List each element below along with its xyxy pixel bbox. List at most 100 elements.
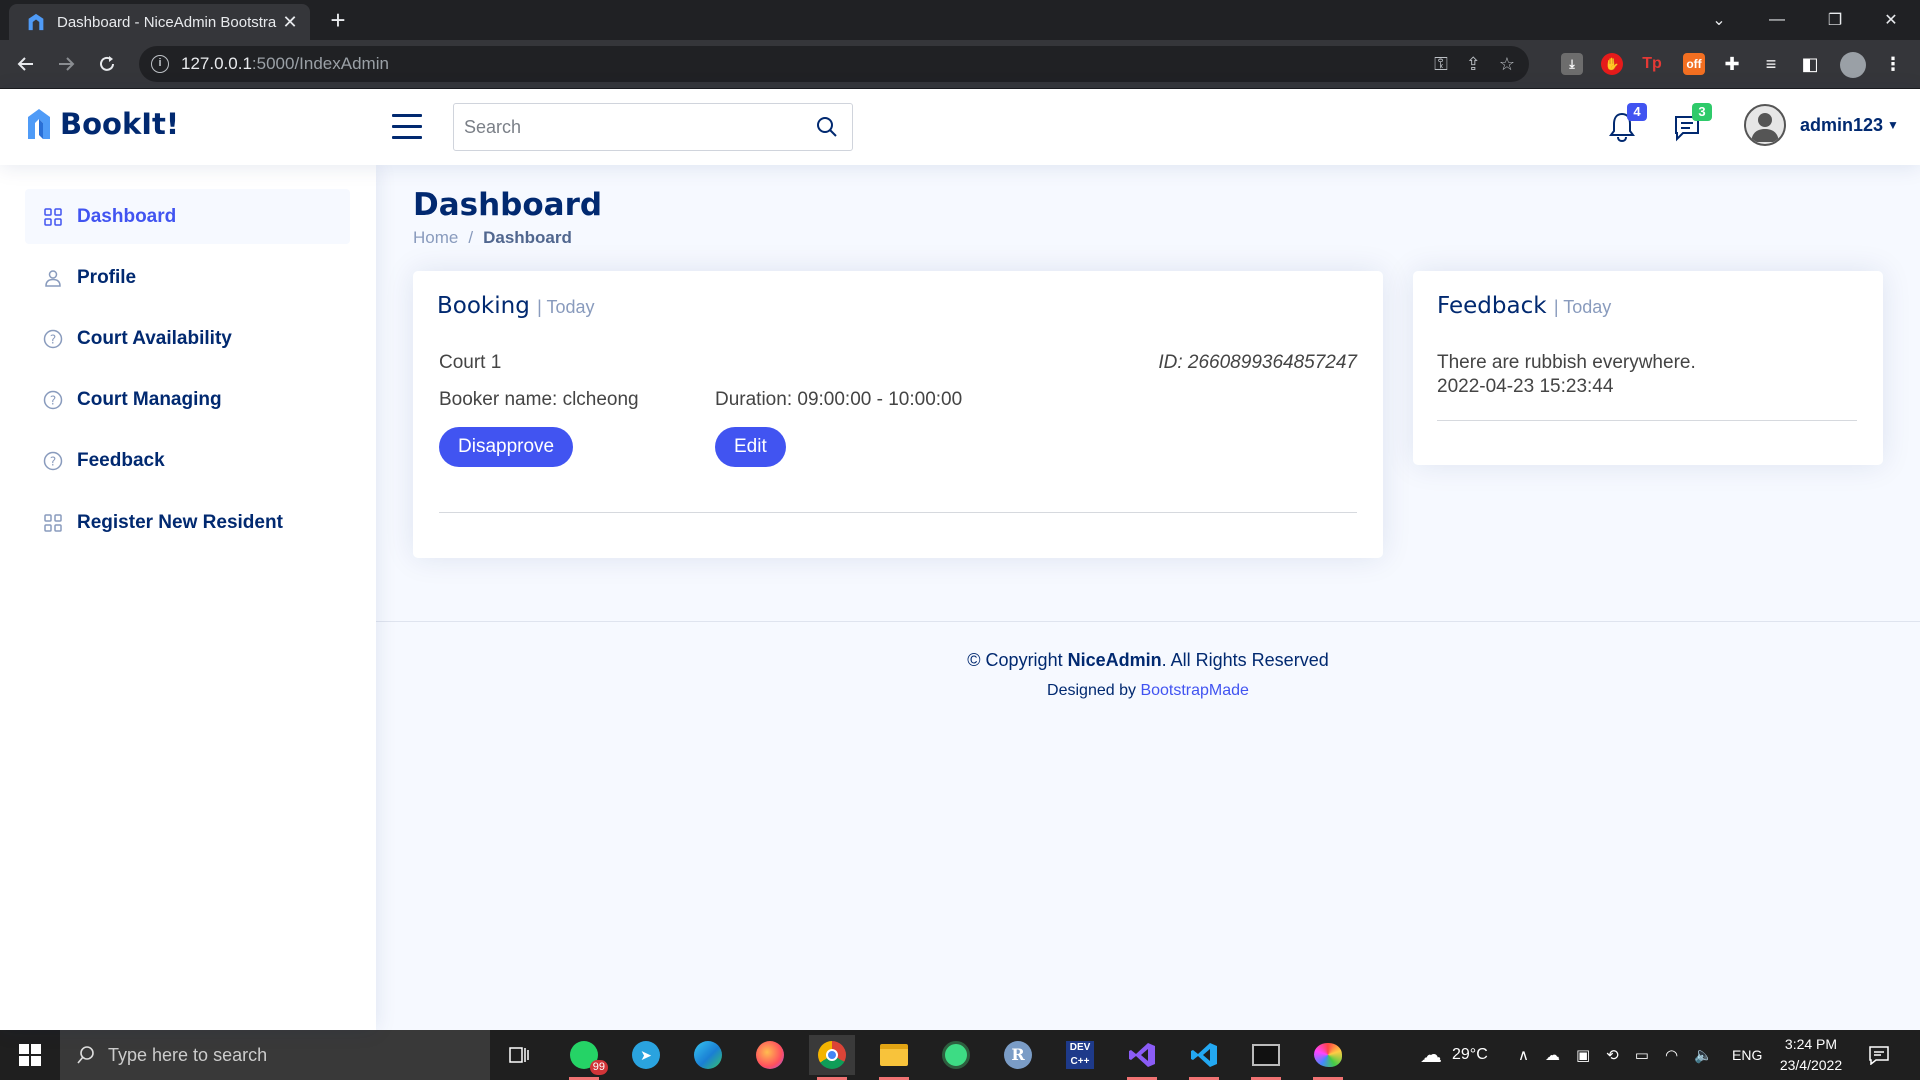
weather-widget[interactable]: ☁ 29°C xyxy=(1420,1030,1488,1080)
search-button[interactable] xyxy=(802,104,852,150)
notifications-badge: 4 xyxy=(1627,103,1647,121)
notifications-button[interactable]: 4 xyxy=(1607,103,1647,145)
windows-logo-icon xyxy=(19,1044,41,1066)
svg-text:?: ? xyxy=(50,332,56,346)
sidebar-item-dashboard[interactable]: Dashboard xyxy=(25,189,350,244)
profile-dropdown[interactable]: admin123 ▼ xyxy=(1744,104,1899,146)
grid-icon xyxy=(43,513,63,533)
start-button[interactable] xyxy=(0,1030,60,1080)
url-path: :5000/IndexAdmin xyxy=(251,54,389,73)
visual-studio-icon[interactable] xyxy=(1119,1035,1165,1080)
tp-extension-icon[interactable]: Tp xyxy=(1641,53,1663,75)
whatsapp-badge: 99 xyxy=(589,1060,608,1075)
messages-button[interactable]: 3 xyxy=(1672,103,1712,145)
search-input[interactable] xyxy=(464,116,802,138)
adblock-extension-icon[interactable]: ✋ xyxy=(1601,53,1623,75)
restore-button[interactable]: ❐ xyxy=(1806,0,1864,40)
browser-toolbar: i 127.0.0.1:5000/IndexAdmin ⚿ ⇪ ☆ ⤓ ✋ Tp… xyxy=(0,40,1920,89)
chrome-icon[interactable] xyxy=(809,1035,855,1080)
battery-icon[interactable]: ▭ xyxy=(1635,1046,1649,1064)
webcam-icon[interactable]: ▣ xyxy=(1576,1046,1590,1064)
sidebar-item-label: Court Availability xyxy=(77,327,232,349)
edit-button[interactable]: Edit xyxy=(715,427,786,467)
clock[interactable]: 3:24 PM 23/4/2022 xyxy=(1768,1034,1854,1076)
back-arrow-icon xyxy=(17,57,33,71)
breadcrumb-separator: / xyxy=(468,228,474,247)
task-view-icon[interactable] xyxy=(496,1035,542,1075)
sidebar-item-profile[interactable]: Profile xyxy=(25,250,350,305)
bookit-logo-icon xyxy=(28,109,50,139)
back-button[interactable] xyxy=(10,48,42,80)
dev-cpp-icon[interactable]: DEV C++ xyxy=(1057,1035,1103,1075)
logo[interactable]: BookIt! xyxy=(26,107,179,141)
language-indicator[interactable]: ENG xyxy=(1732,1030,1762,1080)
sync-icon[interactable]: ⟲ xyxy=(1606,1046,1619,1064)
address-bar[interactable]: i 127.0.0.1:5000/IndexAdmin ⚿ ⇪ ☆ xyxy=(139,46,1529,82)
edge-icon[interactable] xyxy=(685,1035,731,1075)
reload-icon xyxy=(100,56,114,71)
bookit-favicon-icon xyxy=(28,13,44,31)
brand-name: BookIt! xyxy=(60,107,180,141)
sidebar-item-register-new-resident[interactable]: Register New Resident xyxy=(25,495,350,550)
browser-menu-icon[interactable]: ⋮ xyxy=(1882,53,1904,75)
android-studio-icon[interactable] xyxy=(933,1035,979,1075)
breadcrumb-home-link[interactable]: Home xyxy=(413,228,458,248)
sidebar-item-label: Feedback xyxy=(77,449,165,471)
share-icon[interactable]: ⇪ xyxy=(1466,54,1481,75)
booker-name: Booker name: clcheong xyxy=(439,389,639,410)
browser-tab-bar: Dashboard - NiceAdmin Bootstra ✕ + ⌄ — ❐… xyxy=(0,0,1920,40)
file-explorer-icon[interactable] xyxy=(871,1035,917,1080)
minimize-button[interactable]: — xyxy=(1748,0,1806,40)
sidebar-toggle-button[interactable] xyxy=(392,114,422,140)
designer-link[interactable]: BootstrapMade xyxy=(1140,682,1249,699)
new-tab-button[interactable]: + xyxy=(323,6,353,36)
close-window-button[interactable]: ✕ xyxy=(1862,0,1920,40)
vscode-icon[interactable] xyxy=(1181,1035,1227,1080)
media-control-icon[interactable]: ≡ xyxy=(1760,53,1782,75)
booking-card: Booking | Today Court 1 ID: 266089936485… xyxy=(413,271,1383,558)
disapprove-button[interactable]: Disapprove xyxy=(439,427,574,467)
sidebar-item-court-availability[interactable]: ? Court Availability xyxy=(25,311,350,366)
forward-button[interactable] xyxy=(50,48,82,80)
sidebar-item-label: Court Managing xyxy=(77,388,222,410)
chevron-up-icon[interactable]: ∧ xyxy=(1518,1046,1529,1064)
feedback-message: There are rubbish everywhere. xyxy=(1437,352,1696,373)
sidebar-item-label: Profile xyxy=(77,266,137,288)
booking-title: Booking xyxy=(437,293,530,319)
browser-profile-avatar[interactable] xyxy=(1840,52,1866,78)
feedback-card: Feedback | Today There are rubbish every… xyxy=(1413,271,1883,465)
feedback-divider xyxy=(1437,420,1857,421)
terminal-icon[interactable] xyxy=(1243,1035,1289,1080)
site-info-icon[interactable]: i xyxy=(151,55,169,73)
wifi-icon[interactable]: ◠ xyxy=(1665,1046,1678,1064)
sidebar-item-feedback[interactable]: ? Feedback xyxy=(25,433,350,488)
taskbar-search[interactable]: Type here to search xyxy=(60,1030,490,1080)
off-extension-icon[interactable]: off xyxy=(1683,53,1705,75)
question-circle-icon: ? xyxy=(43,390,63,410)
whatsapp-icon[interactable]: 99 xyxy=(561,1035,608,1080)
copyright-suffix: . All Rights Reserved xyxy=(1161,650,1329,670)
firefox-icon[interactable] xyxy=(747,1035,793,1075)
messages-badge: 3 xyxy=(1692,103,1712,121)
booking-subtitle: | Today xyxy=(537,297,595,317)
extensions-puzzle-icon[interactable]: ✚ xyxy=(1721,53,1743,75)
reload-button[interactable] xyxy=(91,48,123,80)
tab-search-icon[interactable]: ⌄ xyxy=(1690,0,1748,40)
notification-center-icon[interactable] xyxy=(1868,1030,1890,1080)
search-icon xyxy=(77,1046,94,1064)
side-panel-icon[interactable]: ◧ xyxy=(1799,53,1821,75)
volume-icon[interactable]: 🔈 xyxy=(1694,1046,1713,1064)
onedrive-icon[interactable]: ☁ xyxy=(1545,1046,1560,1064)
tab-title: Dashboard - NiceAdmin Bootstra xyxy=(57,13,277,31)
tab-close-icon[interactable]: ✕ xyxy=(280,12,300,33)
bookmark-star-icon[interactable]: ☆ xyxy=(1499,54,1515,75)
feedback-title: Feedback xyxy=(1437,293,1547,319)
browser-tab[interactable]: Dashboard - NiceAdmin Bootstra ✕ xyxy=(9,4,310,40)
telegram-icon[interactable]: ➤ xyxy=(623,1035,669,1075)
pdf-extension-icon[interactable]: ⤓ xyxy=(1561,53,1583,75)
r-app-icon[interactable]: R xyxy=(995,1035,1041,1075)
sidebar-item-court-managing[interactable]: ? Court Managing xyxy=(25,372,350,427)
clock-date: 23/4/2022 xyxy=(1779,1057,1843,1073)
key-icon[interactable]: ⚿ xyxy=(1434,54,1448,75)
paint-icon[interactable] xyxy=(1305,1035,1351,1080)
